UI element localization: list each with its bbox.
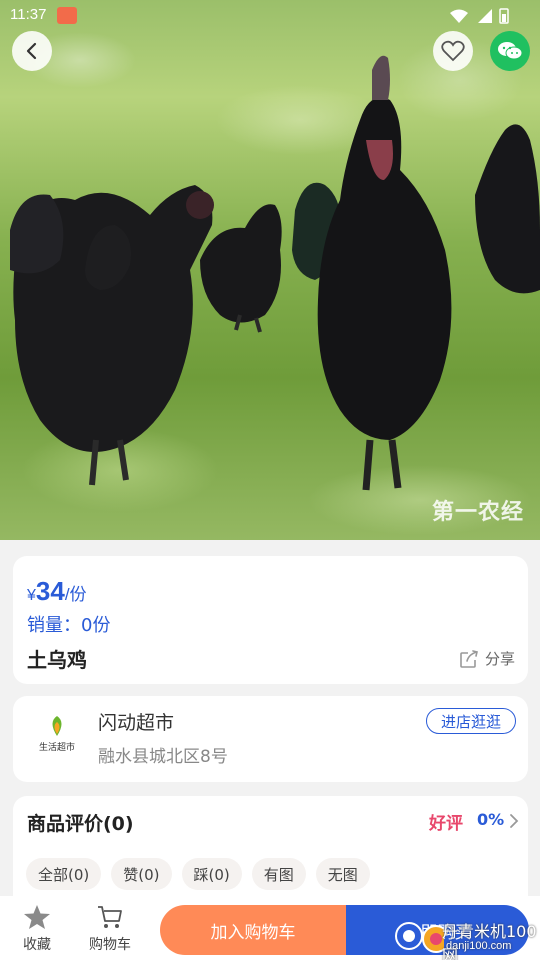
- store-logo: 生活超市: [36, 714, 78, 764]
- reviews-card: 商品评价(0) 好评 0% 全部(0) 赞(0) 踩(0) 有图 无图: [13, 796, 528, 906]
- filter-dislike[interactable]: 踩(0): [181, 858, 242, 890]
- reviews-title: 商品评价(0): [27, 813, 134, 835]
- site-watermark: 丹青米机100网 danji100.com: [394, 914, 540, 960]
- back-button[interactable]: [12, 31, 52, 71]
- status-bar: 11:37: [0, 0, 540, 30]
- favorite-tab-label: 收藏: [23, 937, 51, 953]
- cart-icon: [98, 906, 122, 928]
- favorite-button[interactable]: [433, 31, 473, 71]
- share-icon: [460, 649, 478, 668]
- price-card: ¥34/份 销量：0份 土乌鸡 分享: [13, 556, 528, 684]
- currency-symbol: ¥: [27, 587, 36, 604]
- site-watermark-logo: [395, 922, 450, 953]
- product-detail-page: 第一农经 11:37 ¥34/份 销量：0份 土乌鸡 分享 生活超市 闪动超市 …: [0, 0, 540, 960]
- back-icon: [26, 42, 37, 60]
- good-rating-label[interactable]: 好评: [429, 809, 463, 834]
- add-to-cart-button[interactable]: 加入购物车: [160, 905, 346, 955]
- visit-store-button[interactable]: 进店逛逛: [426, 708, 516, 734]
- sales-label: 销量：: [27, 615, 81, 636]
- status-time: 11:37: [10, 6, 47, 23]
- sales-count: 销量：0份: [27, 611, 110, 637]
- signal-battery-icon: [450, 8, 509, 24]
- filter-like[interactable]: 赞(0): [111, 858, 172, 890]
- filter-all[interactable]: 全部(0): [26, 858, 102, 890]
- product-image[interactable]: 第一农经: [0, 0, 540, 540]
- filter-no-image[interactable]: 无图: [315, 858, 370, 890]
- cart-tab-label: 购物车: [89, 937, 131, 953]
- good-rating-rate[interactable]: 0%: [477, 810, 504, 829]
- app-notification-icon: [57, 7, 77, 24]
- store-name: 闪动超市: [98, 712, 175, 734]
- favorite-tab[interactable]: 收藏: [7, 904, 67, 954]
- review-filters: 全部(0) 赞(0) 踩(0) 有图 无图: [26, 858, 370, 890]
- heart-icon: [441, 40, 465, 62]
- image-watermark: 第一农经: [432, 500, 525, 525]
- chickens-illustration: [10, 55, 540, 491]
- price: ¥34/份: [27, 576, 87, 607]
- store-address: 融水县城北区8号: [98, 747, 228, 767]
- chevron-right-icon[interactable]: [509, 813, 519, 829]
- share-button[interactable]: 分享: [459, 648, 515, 669]
- store-logo-icon: [52, 716, 62, 736]
- price-unit: /份: [64, 585, 87, 604]
- product-title: 土乌鸡: [27, 648, 87, 672]
- store-card[interactable]: 生活超市 闪动超市 融水县城北区8号 进店逛逛: [13, 696, 528, 782]
- sales-value: 0份: [81, 615, 111, 636]
- price-amount: 34: [35, 576, 65, 606]
- store-logo-text: 生活超市: [38, 743, 75, 753]
- cart-tab[interactable]: 购物车: [80, 904, 140, 954]
- filter-with-image[interactable]: 有图: [251, 858, 306, 890]
- site-watermark-url: danji100.com: [446, 940, 512, 952]
- star-icon: [24, 905, 50, 929]
- site-watermark-text: 丹青米机100网: [442, 922, 537, 960]
- wechat-share-button[interactable]: [490, 31, 530, 71]
- share-label: 分享: [485, 650, 516, 668]
- wechat-icon: [498, 42, 523, 60]
